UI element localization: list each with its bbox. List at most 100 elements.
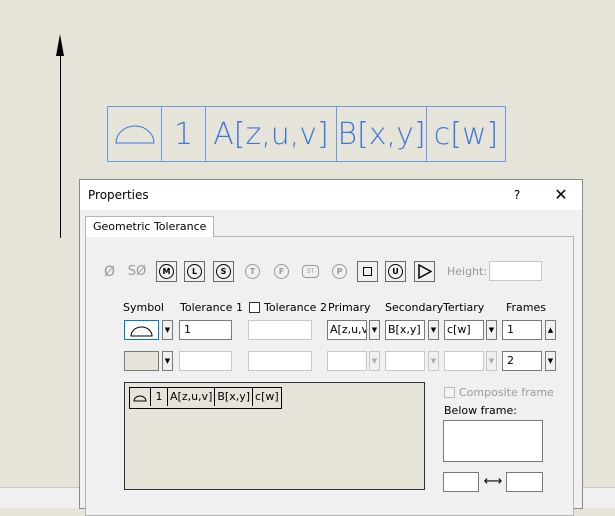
chevron-down-icon: ▼	[371, 326, 378, 334]
dialog-titlebar[interactable]: Properties ? ✕	[80, 180, 582, 210]
primary-dropdown-row1[interactable]: ▼	[369, 320, 380, 340]
leader-line	[60, 55, 61, 238]
rfs-icon: S	[216, 264, 231, 279]
composite-frame-checkbox[interactable]	[444, 387, 455, 398]
diameter-button[interactable]: Ø	[99, 261, 120, 282]
status-strip-right	[583, 487, 615, 508]
status-strip-left	[0, 487, 80, 508]
frames-spinner-row1[interactable]: ▲	[545, 320, 556, 340]
secondary-header: Secondary	[385, 301, 444, 314]
tab-geometric-tolerance[interactable]: Geometric Tolerance	[85, 216, 215, 237]
below-frame-label: Below frame:	[444, 404, 517, 417]
secondary-dropdown-row2[interactable]: ▼	[428, 351, 439, 371]
tolerance1-header: Tolerance 1	[180, 301, 243, 314]
tertiary-header: Tertiary	[443, 301, 485, 314]
chevron-up-icon: ▲	[547, 326, 554, 334]
unequal-button[interactable]: U	[385, 261, 406, 282]
projected-tolerance-icon: P	[332, 264, 347, 279]
fcf-primary-datum-cell: A[z,u,v]	[206, 107, 337, 161]
primary-dropdown-row2[interactable]: ▼	[369, 351, 380, 371]
tolerance2-checkbox[interactable]	[249, 302, 260, 313]
fcf-symbol-cell	[108, 107, 162, 161]
symbol-select-row1[interactable]	[124, 320, 159, 340]
tertiary-input-row2[interactable]	[444, 351, 484, 371]
chevron-down-icon: ▼	[164, 326, 171, 334]
lmc-button[interactable]: L	[184, 261, 205, 282]
profile-of-surface-icon	[130, 326, 153, 337]
tertiary-input-row1[interactable]: c[w]	[444, 320, 484, 340]
fcf-secondary-datum-cell: B[x,y]	[337, 107, 427, 161]
free-state-button[interactable]: F	[271, 261, 292, 282]
tangent-plane-button[interactable]: T	[242, 261, 263, 282]
properties-dialog: Properties ? ✕ Geometric Tolerance Ø SØ …	[79, 179, 583, 516]
height-label: Height:	[447, 265, 488, 278]
tertiary-dropdown-row1[interactable]: ▼	[486, 320, 497, 340]
tolerance1-input-row1[interactable]: 1	[179, 320, 232, 340]
leader-arrowhead	[56, 34, 64, 56]
tertiary-dropdown-row2[interactable]: ▼	[486, 351, 497, 371]
secondary-input-row2[interactable]	[385, 351, 425, 371]
tolerance2-header: Tolerance 2	[264, 301, 327, 314]
profile-of-surface-icon	[114, 125, 155, 144]
spacing-right-input[interactable]	[506, 472, 543, 492]
frames-dropdown-row2[interactable]: ▼	[545, 351, 556, 371]
play-button[interactable]	[414, 261, 435, 282]
symbol-dropdown-row1[interactable]: ▼	[162, 320, 173, 340]
preview-tolerance-cell: 1	[151, 388, 168, 406]
fcf-tolerance-cell: 1	[162, 107, 206, 161]
dialog-title: Properties	[88, 188, 149, 202]
symbol-select-row2[interactable]	[124, 351, 159, 371]
mmc-button[interactable]: M	[156, 261, 177, 282]
feature-control-frame[interactable]: 1 A[z,u,v] B[x,y] c[w]	[107, 106, 506, 162]
chevron-down-icon: ▼	[488, 357, 495, 365]
symbol-header: Symbol	[123, 301, 164, 314]
square-icon	[363, 267, 372, 276]
rfs-button[interactable]: S	[213, 261, 234, 282]
symbol-dropdown-row2[interactable]: ▼	[162, 351, 173, 371]
spherical-diameter-icon: SØ	[127, 264, 147, 279]
lmc-icon: L	[187, 264, 202, 279]
mmc-icon: M	[159, 264, 174, 279]
tolerance1-input-row2[interactable]	[179, 351, 232, 371]
chevron-down-icon: ▼	[164, 357, 171, 365]
play-triangle-icon	[418, 264, 432, 279]
chevron-down-icon: ▼	[430, 326, 437, 334]
spherical-diameter-button[interactable]: SØ	[125, 261, 149, 282]
secondary-dropdown-row1[interactable]: ▼	[428, 320, 439, 340]
tolerance2-input-row2[interactable]	[248, 351, 312, 371]
primary-header: Primary	[328, 301, 371, 314]
primary-input-row1[interactable]: A[z,u,v	[327, 320, 367, 340]
tolerance2-input-row1[interactable]	[248, 320, 312, 340]
preview-feature-control-frame: 1 A[z,u,v] B[x,y] c[w]	[129, 387, 282, 409]
statistical-icon: ST	[302, 265, 319, 278]
chevron-down-icon: ▼	[430, 357, 437, 365]
frames-input-row2[interactable]: 2	[502, 351, 542, 371]
profile-of-surface-icon	[133, 395, 147, 402]
below-frame-input[interactable]	[443, 420, 543, 462]
chevron-down-icon: ▼	[488, 326, 495, 334]
spacing-left-input[interactable]	[443, 472, 479, 492]
close-button[interactable]: ✕	[548, 184, 574, 206]
chevron-down-icon: ▼	[371, 357, 378, 365]
frames-header: Frames	[506, 301, 547, 314]
height-input[interactable]	[489, 261, 542, 281]
frames-input-row1[interactable]: 1	[502, 320, 542, 340]
all-around-button[interactable]	[357, 261, 378, 282]
preview-symbol-cell	[130, 388, 151, 406]
composite-frame-label: Composite frame	[459, 386, 554, 399]
preview-tertiary-cell: c[w]	[255, 390, 279, 403]
diameter-icon: Ø	[103, 263, 116, 280]
primary-input-row2[interactable]	[327, 351, 367, 371]
preview-pane: 1 A[z,u,v] B[x,y] c[w]	[124, 382, 425, 490]
free-state-icon: F	[274, 264, 289, 279]
preview-primary-cell: A[z,u,v]	[168, 388, 216, 406]
projected-tolerance-button[interactable]: P	[329, 261, 350, 282]
double-arrow-icon: ⟷	[483, 474, 503, 489]
help-button[interactable]: ?	[506, 184, 528, 206]
fcf-tertiary-datum-cell: c[w]	[433, 116, 499, 152]
statistical-button[interactable]: ST	[300, 261, 321, 282]
chevron-down-icon: ▼	[547, 357, 554, 365]
secondary-input-row1[interactable]: B[x,y]	[385, 320, 425, 340]
tangent-plane-icon: T	[245, 264, 260, 279]
unequal-icon: U	[388, 264, 403, 279]
